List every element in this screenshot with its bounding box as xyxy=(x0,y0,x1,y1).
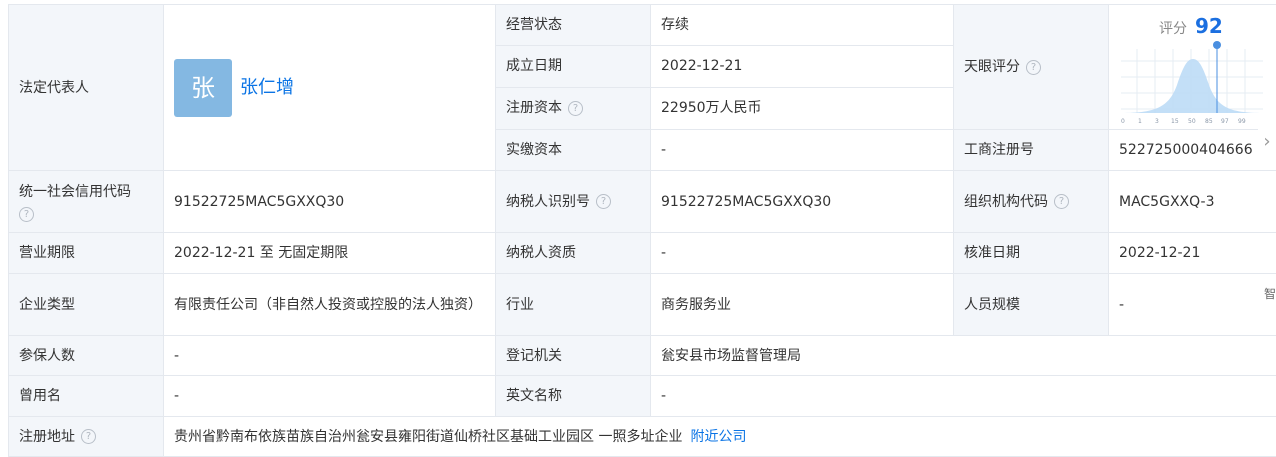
reg-address-label: 注册地址 xyxy=(19,429,75,445)
tianyan-score-label-cell: 天眼评分? xyxy=(954,5,1109,130)
reg-address-value: 贵州省黔南布依族苗族自治州瓮安县雍阳街道仙桥社区基础工业园区 一照多址企业 xyxy=(174,429,682,445)
score-label: 评分 xyxy=(1159,21,1187,37)
established-label: 成立日期 xyxy=(496,46,651,87)
tianyan-score-widget[interactable]: 评分 92 0 1 3 xyxy=(1109,5,1276,130)
company-info-table: 法定代表人 张张仁增 经营状态 存续 天眼评分? 评分 92 xyxy=(8,4,1276,457)
term-label: 营业期限 xyxy=(9,233,164,274)
approve-date-label: 核准日期 xyxy=(954,233,1109,274)
legal-rep-avatar: 张 xyxy=(174,59,232,117)
reg-address-label-cell: 注册地址? xyxy=(9,417,164,457)
industry-value: 商务服务业 xyxy=(651,274,954,336)
reg-capital-help-icon[interactable]: ? xyxy=(568,101,583,116)
org-code-value: MAC5GXXQ-3 xyxy=(1109,171,1276,233)
paid-capital-value: - xyxy=(651,130,954,171)
approve-date-value: 2022-12-21 xyxy=(1109,233,1276,274)
company-info-panel: 法定代表人 张张仁增 经营状态 存续 天眼评分? 评分 92 xyxy=(0,0,1276,453)
score-tick: 99 xyxy=(1238,118,1246,125)
score-tick: 85 xyxy=(1205,118,1213,125)
term-value: 2022-12-21 至 无固定期限 xyxy=(164,233,496,274)
score-curve xyxy=(1121,59,1263,113)
score-tick: 50 xyxy=(1188,118,1196,125)
org-code-label-cell: 组织机构代码? xyxy=(954,171,1109,233)
tianyan-score-label: 天眼评分 xyxy=(964,59,1020,75)
taxpayer-id-help-icon[interactable]: ? xyxy=(596,194,611,209)
industry-label: 行业 xyxy=(496,274,651,336)
org-code-label: 组织机构代码 xyxy=(964,194,1048,210)
status-value: 存续 xyxy=(651,5,954,46)
credit-code-label-cell: 统一社会信用代码? xyxy=(9,171,164,233)
former-name-label: 曾用名 xyxy=(9,376,164,417)
tianyan-help-icon[interactable]: ? xyxy=(1026,60,1041,75)
company-type-value: 有限责任公司（非自然人投资或控股的法人独资） xyxy=(164,274,496,336)
reg-address-cell: 贵州省黔南布依族苗族自治州瓮安县雍阳街道仙桥社区基础工业园区 一照多址企业附近公… xyxy=(164,417,1276,457)
score-distribution-chart: 0 1 3 15 50 85 97 99 xyxy=(1121,39,1263,125)
score-tick: 97 xyxy=(1221,118,1229,125)
english-name-label: 英文名称 xyxy=(496,376,651,417)
score-tick: 15 xyxy=(1171,118,1179,125)
score-tick: 3 xyxy=(1155,118,1159,125)
credit-code-label: 统一社会信用代码 xyxy=(19,184,131,200)
established-value: 2022-12-21 xyxy=(651,46,954,87)
paid-capital-label: 实缴资本 xyxy=(496,130,651,171)
score-tick: 0 xyxy=(1121,118,1125,125)
reg-authority-value: 瓮安县市场监督管理局 xyxy=(651,336,1276,376)
org-code-help-icon[interactable]: ? xyxy=(1054,194,1069,209)
legal-rep-cell: 张张仁增 xyxy=(164,5,496,171)
credit-code-value: 91522725MAC5GXXQ30 xyxy=(164,171,496,233)
biz-reg-no-value: 522725000404666 xyxy=(1109,130,1276,171)
reg-authority-label: 登记机关 xyxy=(496,336,651,376)
staff-size-value: - xyxy=(1109,274,1276,336)
insured-value: - xyxy=(164,336,496,376)
clipped-edge-text: 智 xyxy=(1264,285,1276,302)
score-header: 评分 92 xyxy=(1159,15,1223,40)
reg-capital-label-cell: 注册资本? xyxy=(496,87,651,129)
english-name-value: - xyxy=(651,376,1276,417)
legal-rep-label: 法定代表人 xyxy=(9,5,164,171)
taxpayer-qual-value: - xyxy=(651,233,954,274)
reg-address-help-icon[interactable]: ? xyxy=(81,429,96,444)
taxpayer-qual-label: 纳税人资质 xyxy=(496,233,651,274)
score-value: 92 xyxy=(1195,14,1223,38)
status-label: 经营状态 xyxy=(496,5,651,46)
nearby-companies-link[interactable]: 附近公司 xyxy=(690,429,746,445)
reg-capital-label: 注册资本 xyxy=(506,100,562,116)
insured-label: 参保人数 xyxy=(9,336,164,376)
biz-reg-no-label: 工商注册号 xyxy=(954,130,1109,171)
score-tick: 1 xyxy=(1138,118,1142,125)
credit-code-help-icon[interactable]: ? xyxy=(19,207,34,222)
chevron-right-icon[interactable]: › xyxy=(1258,124,1276,160)
former-name-value: - xyxy=(164,376,496,417)
company-type-label: 企业类型 xyxy=(9,274,164,336)
staff-size-label: 人员规模 xyxy=(954,274,1109,336)
taxpayer-id-label-cell: 纳税人识别号? xyxy=(496,171,651,233)
legal-rep-name-link[interactable]: 张仁增 xyxy=(240,77,294,98)
taxpayer-id-label: 纳税人识别号 xyxy=(506,194,590,210)
reg-capital-value: 22950万人民币 xyxy=(651,87,954,129)
taxpayer-id-value: 91522725MAC5GXXQ30 xyxy=(651,171,954,233)
score-marker-pin xyxy=(1213,41,1221,49)
